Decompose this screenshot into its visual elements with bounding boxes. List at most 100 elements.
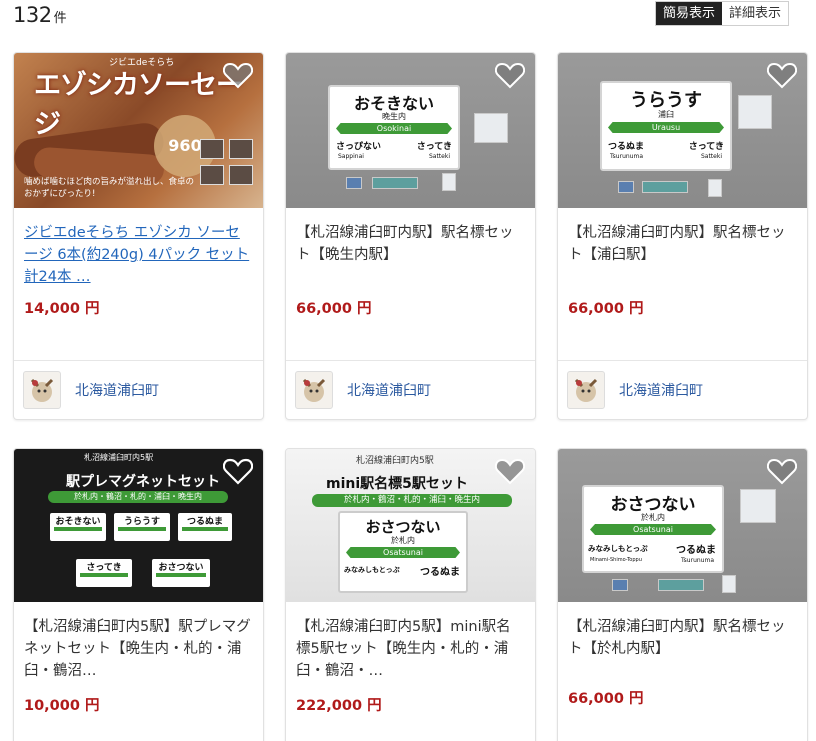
product-card[interactable]: ジビエdeそらち エゾシカソーセージ 960 噛めば噛むほど肉の旨みが溢れ出し、… — [13, 52, 264, 420]
image-headline: 駅プレマグネットセット — [66, 474, 220, 490]
product-title[interactable]: 【札沼線浦臼町内駅】駅名標セット【於札内駅】 — [568, 616, 797, 682]
product-image[interactable]: 札沼線浦臼町内5駅 駅プレマグネットセット 於札内・鶴沼・札的・浦臼・晩生内 お… — [14, 449, 263, 602]
ticket-item — [346, 177, 362, 189]
prev-station: さっぴない — [336, 142, 382, 152]
image-headline: mini駅名標5駅セット — [326, 476, 468, 492]
product-title[interactable]: 【札沼線浦臼町内駅】駅名標セット【浦臼駅】 — [568, 222, 797, 288]
station-romaji-band: Osatsunai — [590, 524, 716, 535]
product-card[interactable]: 札沼線浦臼町内5駅 mini駅名標5駅セット 於札内・鶴沼・札的・浦臼・晩生内 … — [285, 448, 536, 741]
product-price: 14,000 円 — [24, 301, 100, 317]
mini-board-kana: うらうす — [123, 517, 160, 527]
simple-view-button[interactable]: 簡易表示 — [656, 2, 723, 25]
card-divider — [558, 360, 807, 361]
prev-station: みなみしもとっぷ — [344, 566, 400, 574]
favorite-heart-icon[interactable] — [767, 61, 797, 89]
product-price: 66,000 円 — [568, 301, 644, 317]
mini-board: うらうす — [114, 513, 170, 541]
pack-thumbnail — [229, 165, 253, 185]
favorite-heart-icon[interactable] — [223, 457, 253, 485]
keychain-item — [708, 179, 722, 197]
station-sign: おさつない 於札内 Osatsunai みなみしもとっぷ つるぬま — [338, 511, 468, 593]
station-sign: うらうす 浦臼 Urausu つるぬま さってき Tsurunuma Satte… — [600, 81, 732, 171]
product-card[interactable]: おそきない 晩生内 Osokinai さっぴない さってき Sappinai S… — [285, 52, 536, 420]
product-image[interactable]: おさつない 於札内 Osatsunai みなみしもとっぷ つるぬま Minami… — [558, 449, 807, 602]
station-kanji: 於札内 — [391, 536, 415, 545]
prev-station: みなみしもとっぷ — [588, 544, 648, 553]
product-title[interactable]: 【札沼線浦臼町内駅】駅名標セット【晩生内駅】 — [296, 222, 525, 288]
image-station-band: 於札内・鶴沼・札的・浦臼・晩生内 — [48, 491, 228, 503]
result-count-number: 132 — [13, 3, 52, 27]
prev-station-romaji: Tsurunuma — [610, 153, 643, 160]
ticket-item — [612, 579, 628, 591]
ticket-item — [642, 181, 688, 193]
card-divider — [14, 360, 263, 361]
product-price: 10,000 円 — [24, 698, 100, 714]
prev-station-romaji: Sappinai — [338, 153, 364, 160]
product-image[interactable]: おそきない 晩生内 Osokinai さっぴない さってき Sappinai S… — [286, 53, 535, 208]
product-card[interactable]: 札沼線浦臼町内5駅 駅プレマグネットセット 於札内・鶴沼・札的・浦臼・晩生内 お… — [13, 448, 264, 741]
keychain-item — [442, 173, 456, 191]
product-title[interactable]: 【札沼線浦臼町内5駅】駅プレマグネットセット【晩生内・札的・浦臼・鶴沼… — [24, 616, 253, 682]
ticket-item — [372, 177, 418, 189]
prev-station: つるぬま — [608, 142, 645, 152]
product-price: 66,000 円 — [296, 301, 372, 317]
station-sign: おさつない 於札内 Osatsunai みなみしもとっぷ つるぬま Minami… — [582, 485, 724, 573]
mini-board-band — [156, 573, 206, 577]
detail-view-button[interactable]: 詳細表示 — [722, 2, 789, 25]
ticket-item — [658, 579, 704, 591]
favorite-heart-icon[interactable] — [767, 457, 797, 485]
product-image[interactable]: 札沼線浦臼町内5駅 mini駅名標5駅セット 於札内・鶴沼・札的・浦臼・晩生内 … — [286, 449, 535, 602]
next-station: さってき — [416, 142, 452, 152]
next-station-romaji: Satteki — [700, 153, 722, 160]
station-romaji-band: Osokinai — [336, 123, 452, 134]
results-header: 132 件 簡易表示 詳細表示 — [0, 0, 816, 40]
favorite-heart-icon[interactable] — [495, 457, 525, 485]
station-romaji-band: Urausu — [608, 122, 724, 133]
product-image[interactable]: うらうす 浦臼 Urausu つるぬま さってき Tsurunuma Satte… — [558, 53, 807, 208]
mini-board-band — [80, 573, 128, 577]
mini-board: おそきない — [50, 513, 106, 541]
seller-avatar-icon — [23, 371, 61, 409]
product-price: 66,000 円 — [568, 691, 644, 707]
product-price: 222,000 円 — [296, 698, 382, 714]
seller-info[interactable]: 北海道浦臼町 — [295, 371, 431, 409]
view-toggle: 簡易表示 詳細表示 — [655, 1, 790, 26]
product-card[interactable]: おさつない 於札内 Osatsunai みなみしもとっぷ つるぬま Minami… — [557, 448, 808, 741]
mini-board: つるぬま — [178, 513, 232, 541]
image-caption: 噛めば噛むほど肉の旨みが溢れ出し、食卓のおかずにぴったり! — [24, 177, 195, 199]
product-image[interactable]: ジビエdeそらち エゾシカソーセージ 960 噛めば噛むほど肉の旨みが溢れ出し、… — [14, 53, 263, 208]
mini-board-kana: おさつない — [158, 563, 204, 573]
product-title-link[interactable]: ジビエdeそらち エゾシカ ソーセージ 6本(約240g) 4パック セット 計… — [24, 222, 253, 288]
acrylic-stand — [738, 95, 772, 129]
pack-thumbnail — [229, 139, 253, 159]
station-romaji-band: Osatsunai — [346, 547, 460, 558]
mini-board-band — [118, 527, 166, 531]
seller-name: 北海道浦臼町 — [75, 383, 159, 399]
product-title[interactable]: 【札沼線浦臼町内5駅】mini駅名標5駅セット【晩生内・札的・浦臼・鶴沼・… — [296, 616, 525, 682]
next-station: つるぬま — [420, 567, 460, 578]
seller-avatar-icon — [567, 371, 605, 409]
station-kanji: 浦臼 — [658, 110, 674, 119]
mini-board: おさつない — [152, 559, 210, 587]
pack-thumbnail — [200, 139, 224, 159]
prev-station-romaji: Minami-Shimo-Toppu — [590, 557, 642, 563]
next-station-romaji: Tsurunuma — [681, 557, 714, 564]
mini-board-kana: おそきない — [55, 517, 101, 527]
acrylic-stand — [740, 489, 776, 523]
mini-board-kana: さってき — [86, 563, 122, 573]
station-sign: おそきない 晩生内 Osokinai さっぴない さってき Sappinai S… — [328, 85, 460, 170]
seller-name: 北海道浦臼町 — [619, 383, 703, 399]
product-card[interactable]: うらうす 浦臼 Urausu つるぬま さってき Tsurunuma Satte… — [557, 52, 808, 420]
mini-board: さってき — [76, 559, 132, 587]
favorite-heart-icon[interactable] — [223, 61, 253, 89]
acrylic-stand — [474, 113, 508, 143]
seller-avatar-icon — [295, 371, 333, 409]
image-station-band: 於札内・鶴沼・札的・浦臼・晩生内 — [312, 494, 512, 507]
seller-info[interactable]: 北海道浦臼町 — [567, 371, 703, 409]
favorite-heart-icon[interactable] — [495, 61, 525, 89]
next-station: さってき — [688, 142, 724, 152]
pack-thumbnail — [200, 165, 224, 185]
mini-board-band — [54, 527, 102, 531]
seller-info[interactable]: 北海道浦臼町 — [23, 371, 159, 409]
seller-name: 北海道浦臼町 — [347, 383, 431, 399]
